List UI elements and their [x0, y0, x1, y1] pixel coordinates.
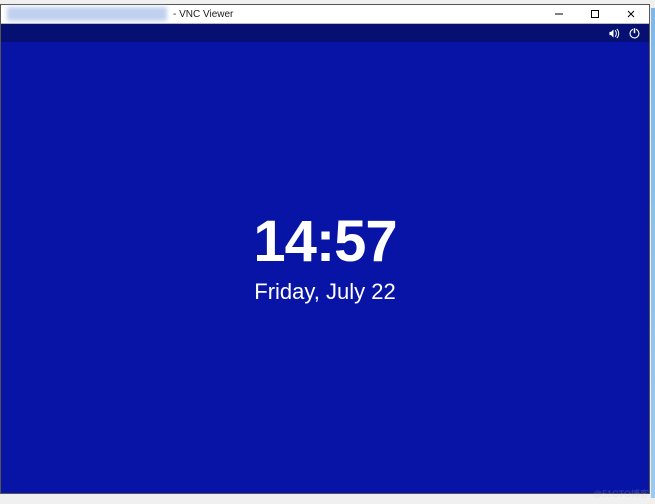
titlebar-left: - VNC Viewer: [7, 7, 233, 21]
minimize-icon: [554, 9, 564, 19]
clock-time: 14:57: [253, 213, 396, 271]
watermark: @51CTO博客: [593, 487, 649, 500]
window-frame: - VNC Viewer 14:57 Friday, July 22: [0, 4, 650, 494]
lockscreen[interactable]: 14:57 Friday, July 22: [1, 24, 649, 493]
minimize-button[interactable]: [541, 5, 577, 23]
maximize-icon: [590, 9, 600, 19]
titlebar: - VNC Viewer: [1, 5, 649, 23]
close-button[interactable]: [613, 5, 649, 23]
titlebar-address-blurred: [7, 7, 167, 21]
close-icon: [626, 9, 636, 19]
vnc-content[interactable]: 14:57 Friday, July 22: [1, 23, 649, 493]
maximize-button[interactable]: [577, 5, 613, 23]
window-title: - VNC Viewer: [173, 9, 233, 20]
right-edge-strip: [651, 8, 655, 498]
clock-date: Friday, July 22: [254, 279, 395, 305]
titlebar-controls: [541, 5, 649, 23]
